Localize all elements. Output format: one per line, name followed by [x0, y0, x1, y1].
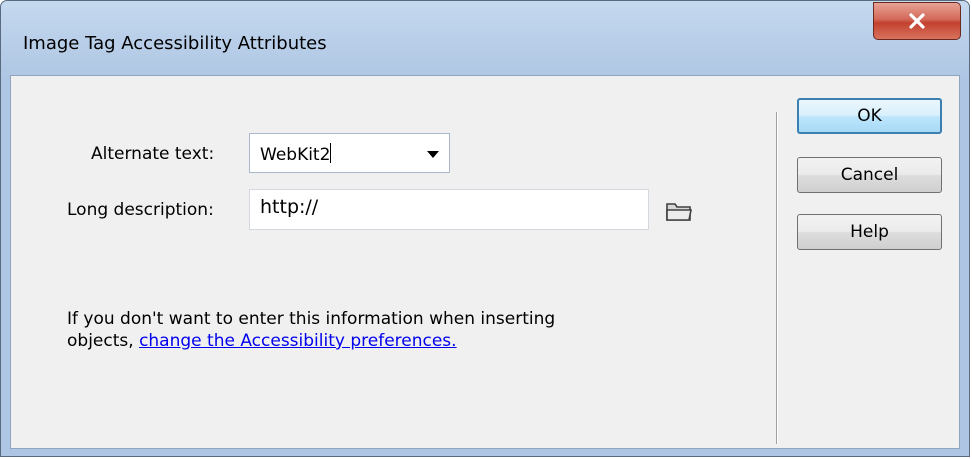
alternate-text-label: Alternate text: — [91, 144, 215, 164]
title-bar[interactable]: Image Tag Accessibility Attributes — [1, 1, 969, 75]
long-description-label: Long description: — [67, 200, 214, 220]
alternate-text-value[interactable]: WebKit2 — [260, 143, 332, 165]
ok-button[interactable]: OK — [797, 98, 942, 134]
accessibility-note: If you don't want to enter this informat… — [67, 309, 556, 351]
browse-folder-button[interactable] — [664, 198, 694, 224]
alternate-text-combobox[interactable]: WebKit2 — [249, 133, 450, 173]
close-icon — [909, 13, 925, 29]
accessibility-preferences-link[interactable]: change the Accessibility preferences. — [139, 331, 457, 351]
cancel-button[interactable]: Cancel — [797, 157, 942, 193]
form-area: Alternate text: WebKit2 Long description… — [21, 92, 778, 444]
dialog-body: Alternate text: WebKit2 Long description… — [10, 75, 960, 449]
long-description-input[interactable]: http:// — [249, 189, 649, 230]
text-caret — [330, 143, 332, 163]
folder-icon — [666, 203, 692, 221]
vertical-divider — [776, 112, 778, 444]
dialog-title: Image Tag Accessibility Attributes — [23, 33, 327, 54]
dropdown-arrow-icon[interactable] — [427, 151, 439, 158]
dialog-window: Image Tag Accessibility Attributes Alter… — [0, 0, 970, 457]
close-button[interactable] — [873, 2, 961, 40]
help-button[interactable]: Help — [797, 214, 942, 250]
